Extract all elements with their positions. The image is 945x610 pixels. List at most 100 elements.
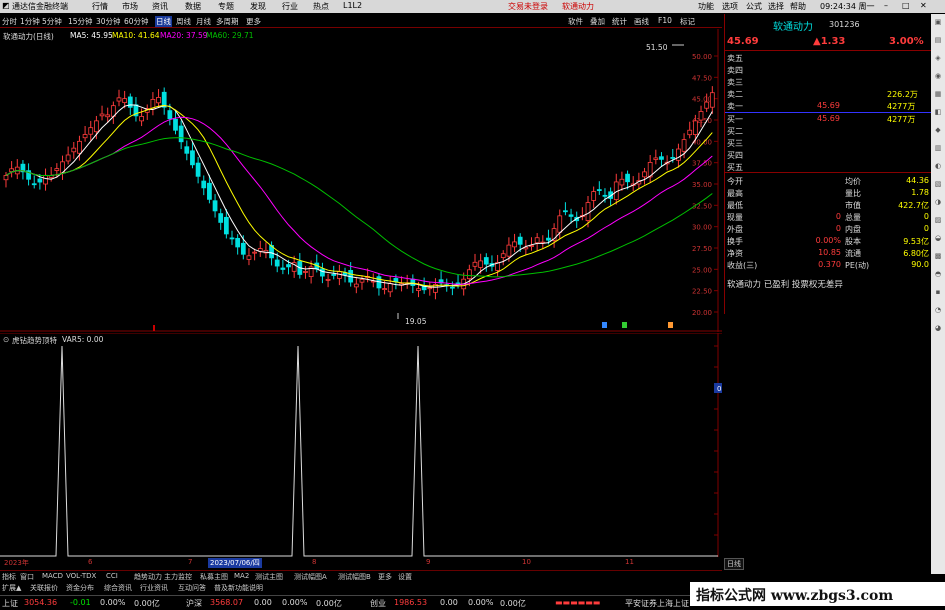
side-tool-icon[interactable]: ◈ <box>933 54 943 64</box>
indicator-svg[interactable]: 1.000.900.800.700.600.500.400.300.200.10… <box>0 332 740 561</box>
side-tool-icon[interactable]: ◓ <box>933 270 943 280</box>
side-tool-icon[interactable]: ▣ <box>933 18 943 28</box>
hs-index-label[interactable]: 沪深 <box>186 598 202 609</box>
menu-discover[interactable]: 发现 <box>250 1 266 12</box>
minimize-icon[interactable]: – <box>884 1 888 10</box>
extension-tab[interactable]: 行业资讯 <box>140 583 168 593</box>
sh-index-label[interactable]: 上证 <box>2 598 18 609</box>
indicator-tab[interactable]: 测试幅图B <box>338 572 371 582</box>
menu-select[interactable]: 选择 <box>768 1 784 12</box>
candle-body <box>353 283 359 288</box>
menu-market[interactable]: 市场 <box>122 1 138 12</box>
quote-change: ▲1.33 <box>813 36 846 47</box>
candle-body <box>517 236 523 245</box>
indicator-icon[interactable]: ⊙ <box>3 335 9 344</box>
tool-software[interactable]: 软件 <box>568 16 583 27</box>
side-tool-icon[interactable]: ◕ <box>933 324 943 334</box>
close-icon[interactable]: ✕ <box>920 1 927 10</box>
side-tool-icon[interactable]: ◧ <box>933 108 943 118</box>
candle-body <box>127 96 133 108</box>
side-tool-icon[interactable]: ▨ <box>933 216 943 226</box>
period-tab-8[interactable]: 周线 <box>176 16 191 27</box>
menu-news[interactable]: 资讯 <box>152 1 168 12</box>
menu-help[interactable]: 帮助 <box>790 1 806 12</box>
extension-tab[interactable]: 资金分布 <box>66 583 94 593</box>
candle-body <box>472 261 478 267</box>
candle-body <box>195 162 201 177</box>
menu-hot[interactable]: 热点 <box>313 1 329 12</box>
side-tool-icon[interactable]: ▤ <box>933 36 943 46</box>
ma5-label: MA5: 45.95 <box>70 31 113 40</box>
maximize-icon[interactable]: □ <box>902 1 910 10</box>
period-tab-2[interactable]: 1分钟 <box>20 16 40 27</box>
sh-index-amount: 0.00亿 <box>134 599 160 608</box>
side-tool-icon[interactable]: ▩ <box>933 252 943 262</box>
menu-quotes[interactable]: 行情 <box>92 1 108 12</box>
indicator-tab[interactable]: 私募主图 <box>200 572 228 582</box>
side-tool-icon[interactable]: ◑ <box>933 198 943 208</box>
menu-options[interactable]: 选项 <box>722 1 738 12</box>
period-tab-5[interactable]: 30分钟 <box>96 16 121 27</box>
menu-function[interactable]: 功能 <box>698 1 714 12</box>
menu-industry[interactable]: 行业 <box>282 1 298 12</box>
side-tool-icon[interactable]: ◆ <box>933 126 943 136</box>
menu-data[interactable]: 数据 <box>185 1 201 12</box>
period-tab-4[interactable]: 15分钟 <box>68 16 93 27</box>
extension-tab[interactable]: 关联报价 <box>30 583 58 593</box>
tool-mark[interactable]: 标记 <box>680 16 695 27</box>
period-tab-6[interactable]: 60分钟 <box>124 16 149 27</box>
extension-tab[interactable]: 扩展▲ <box>2 583 21 593</box>
extension-tab[interactable]: 互动问答 <box>178 583 206 593</box>
menu-formula[interactable]: 公式 <box>746 1 762 12</box>
indicator-pane[interactable]: 1.000.900.800.700.600.500.400.300.200.10… <box>0 332 740 561</box>
tool-overlay[interactable]: 叠加 <box>590 16 605 27</box>
side-tool-icon[interactable]: ◒ <box>933 234 943 244</box>
indicator-tab[interactable]: 主力监控 <box>164 572 192 582</box>
candle-body <box>585 202 591 221</box>
candle-body <box>534 237 540 244</box>
period-tab-9[interactable]: 月线 <box>196 16 211 27</box>
cy-index-label[interactable]: 创业 <box>370 598 386 609</box>
bids-label: 买一 <box>727 115 743 124</box>
indicator-tab[interactable]: 指标 <box>2 572 16 582</box>
extension-tab[interactable]: 综合资讯 <box>104 583 132 593</box>
candle-body <box>466 269 472 280</box>
tool-f10[interactable]: F10 <box>658 16 672 25</box>
indicator-tab[interactable]: CCI <box>106 572 118 580</box>
indicator-tab[interactable]: MA2 <box>234 572 249 580</box>
period-tab-11[interactable]: 更多 <box>246 16 261 27</box>
period-tab-7[interactable]: 日线 <box>155 16 172 27</box>
indicator-tab[interactable]: 设置 <box>398 572 412 582</box>
candle-body <box>54 168 60 171</box>
period-tab-1[interactable]: 分时 <box>2 16 17 27</box>
menu-l1l2[interactable]: L1L2 <box>343 1 362 10</box>
side-tool-icon[interactable]: ◐ <box>933 162 943 172</box>
period-tab-3[interactable]: 5分钟 <box>42 16 62 27</box>
indicator-tab[interactable]: 测试主图 <box>255 572 283 582</box>
period-indicator[interactable]: 日线 <box>724 558 744 570</box>
side-tool-icon[interactable]: ▦ <box>933 90 943 100</box>
side-tool-icon[interactable]: ▧ <box>933 180 943 190</box>
period-tab-10[interactable]: 多周期 <box>216 16 239 27</box>
main-kline-chart[interactable]: 50.00 47.50 45.00 42.50 40.00 37.50 35.00 32.50… <box>0 29 722 332</box>
indicator-tab[interactable]: 趋势动力 <box>134 572 162 582</box>
menu-topics[interactable]: 专题 <box>218 1 234 12</box>
indicator-tab[interactable]: 测试幅图A <box>294 572 327 582</box>
side-tool-icon[interactable]: ▪ <box>933 288 943 298</box>
candle-body <box>692 120 698 135</box>
extension-tab[interactable]: 普及新功能说明 <box>214 583 263 593</box>
indicator-tab[interactable]: 更多 <box>378 572 392 582</box>
indicator-tab[interactable]: MACD <box>42 572 63 580</box>
candle-body <box>3 175 9 181</box>
tool-stats[interactable]: 统计 <box>612 16 627 27</box>
side-tool-icon[interactable]: ◔ <box>933 306 943 316</box>
side-tool-icon[interactable]: ▥ <box>933 144 943 154</box>
stat-value: 0 <box>835 212 841 221</box>
current-stock-name: 软通动力 <box>562 2 594 11</box>
tool-draw[interactable]: 画线 <box>634 16 649 27</box>
side-tool-icon[interactable]: ◉ <box>933 72 943 82</box>
kline-svg[interactable]: 50.0047.5045.0042.5040.0037.5035.0032.50… <box>0 29 722 332</box>
trade-login-status[interactable]: 交易未登录 <box>508 1 548 12</box>
indicator-tab[interactable]: 窗口 <box>20 572 34 582</box>
indicator-tab[interactable]: VOL-TDX <box>66 572 96 580</box>
